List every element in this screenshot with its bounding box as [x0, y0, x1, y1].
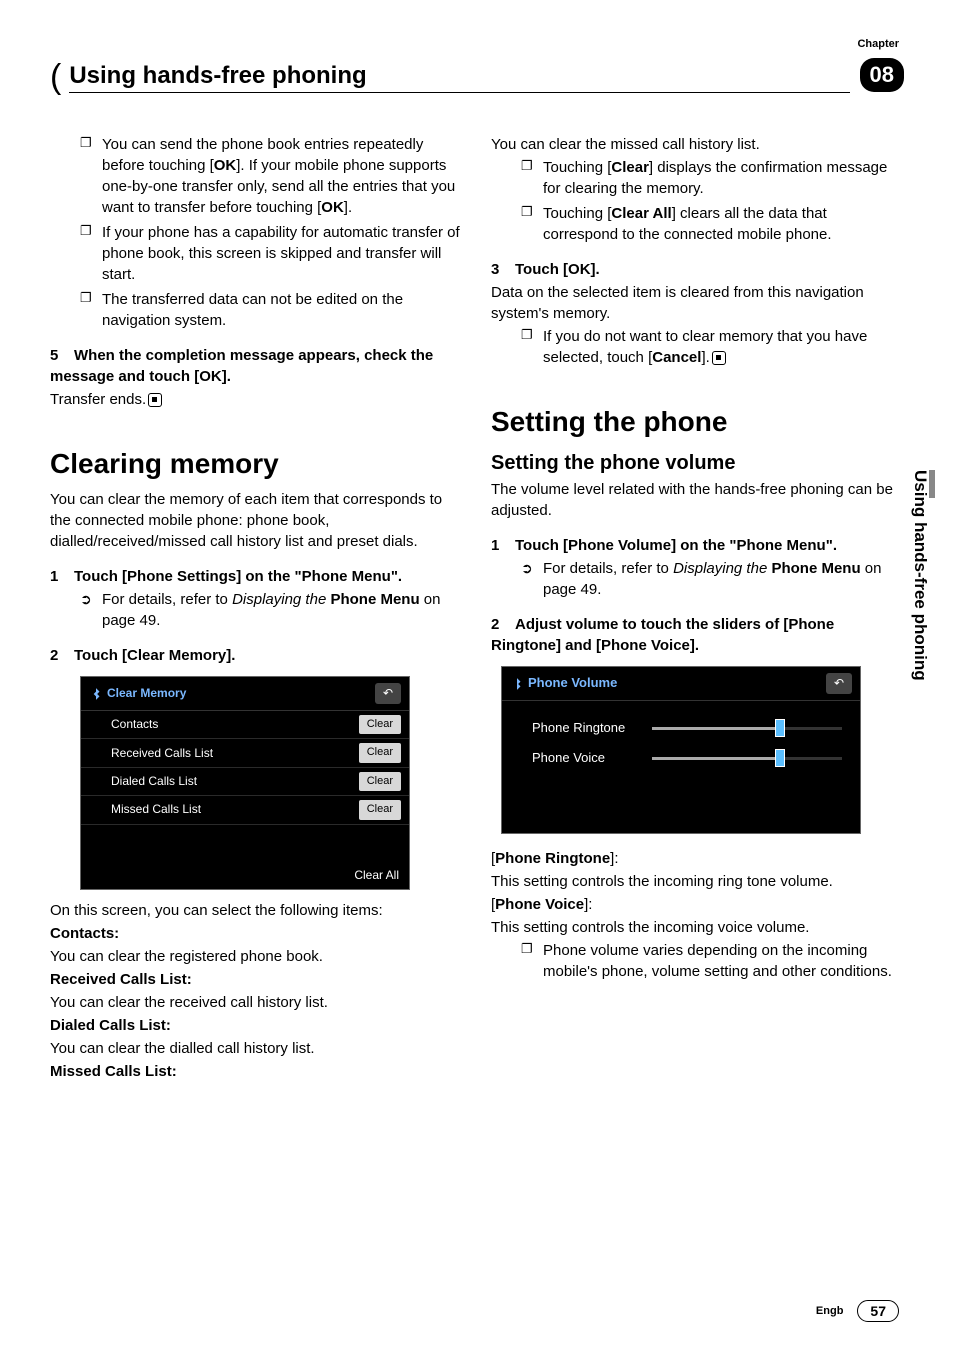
step-heading: 3Touch [OK]. [491, 259, 904, 280]
right-column: You can clear the missed call history li… [491, 134, 904, 1084]
note-item: Touching [Clear All] clears all the data… [523, 203, 904, 245]
screenshot-title: Phone Volume [528, 674, 826, 692]
item-heading: Contacts: [50, 923, 463, 944]
step-heading: 1Touch [Phone Volume] on the "Phone Menu… [491, 535, 904, 556]
page-number: 57 [857, 1300, 899, 1322]
reference-item: For details, refer to Displaying the Pho… [82, 589, 463, 631]
item-body: You can clear the registered phone book. [50, 946, 463, 967]
step-body: Data on the selected item is cleared fro… [491, 282, 904, 324]
clear-row: Contacts Clear [81, 711, 409, 739]
item-heading: Received Calls List: [50, 969, 463, 990]
ringtone-slider [652, 727, 842, 730]
reference-item: For details, refer to Displaying the Pho… [523, 558, 904, 600]
page-title: Using hands-free phoning [69, 62, 849, 93]
clear-row: Dialed Calls List Clear [81, 768, 409, 796]
phone-volume-screenshot: Phone Volume ↶ Phone Ringtone Phone Voic… [501, 666, 861, 834]
clear-memory-screenshot: Clear Memory ↶ Contacts Clear Received C… [80, 676, 410, 890]
item-body: You can clear the missed call history li… [491, 134, 904, 155]
back-icon: ↶ [826, 673, 852, 694]
item-heading: [Phone Ringtone]: [491, 848, 904, 869]
end-section-icon [148, 393, 162, 407]
language-code: Engb [816, 1305, 844, 1317]
item-body: This setting controls the incoming ring … [491, 871, 904, 892]
section-intro: You can clear the memory of each item th… [50, 489, 463, 552]
item-heading: Missed Calls List: [50, 1061, 463, 1082]
note-item: Phone volume varies depending on the inc… [523, 940, 904, 982]
item-body: You can clear the received call history … [50, 992, 463, 1013]
section-intro: The volume level related with the hands-… [491, 479, 904, 521]
clear-all-button: Clear All [81, 861, 409, 890]
bluetooth-icon [510, 677, 524, 691]
step-heading: 2Touch [Clear Memory]. [50, 645, 463, 666]
item-body: You can clear the dialled call history l… [50, 1038, 463, 1059]
clear-button: Clear [359, 772, 401, 791]
item-heading: [Phone Voice]: [491, 894, 904, 915]
clear-row: Received Calls List Clear [81, 739, 409, 767]
step-heading: 2Adjust volume to touch the sliders of [… [491, 614, 904, 656]
page-footer: Engb 57 [816, 1300, 899, 1322]
step-body: Transfer ends. [50, 389, 463, 410]
subsection-heading: Setting the phone volume [491, 449, 904, 477]
left-column: You can send the phone book entries repe… [50, 134, 463, 1084]
step-heading: 5When the completion message appears, ch… [50, 345, 463, 387]
end-section-icon [712, 351, 726, 365]
note-item: You can send the phone book entries repe… [82, 134, 463, 218]
clear-button: Clear [359, 800, 401, 819]
header-paren-icon: ( [50, 60, 61, 94]
step-heading: 1Touch [Phone Settings] on the "Phone Me… [50, 566, 463, 587]
note-item: Touching [Clear] displays the confirmati… [523, 157, 904, 199]
ringtone-slider-row: Phone Ringtone [502, 713, 860, 743]
page-header: ( Using hands-free phoning 08 [50, 60, 904, 94]
voice-slider-row: Phone Voice [502, 743, 860, 773]
clear-row: Missed Calls List Clear [81, 796, 409, 824]
section-heading-setting: Setting the phone [491, 402, 904, 441]
clear-button: Clear [359, 715, 401, 734]
note-item: The transferred data can not be edited o… [82, 289, 463, 331]
clear-button: Clear [359, 743, 401, 762]
note-item: If your phone has a capability for autom… [82, 222, 463, 285]
bluetooth-icon [89, 687, 103, 701]
item-body: This setting controls the incoming voice… [491, 917, 904, 938]
item-heading: Dialed Calls List: [50, 1015, 463, 1036]
screenshot-explain: On this screen, you can select the follo… [50, 900, 463, 921]
voice-slider [652, 757, 842, 760]
screenshot-title: Clear Memory [107, 685, 375, 702]
back-icon: ↶ [375, 683, 401, 704]
section-heading-clearing: Clearing memory [50, 444, 463, 483]
chapter-label: Chapter [857, 38, 899, 50]
note-item: If you do not want to clear memory that … [523, 326, 904, 368]
chapter-number-badge: 08 [860, 58, 904, 92]
side-section-label: Using hands-free phoning [910, 470, 930, 681]
